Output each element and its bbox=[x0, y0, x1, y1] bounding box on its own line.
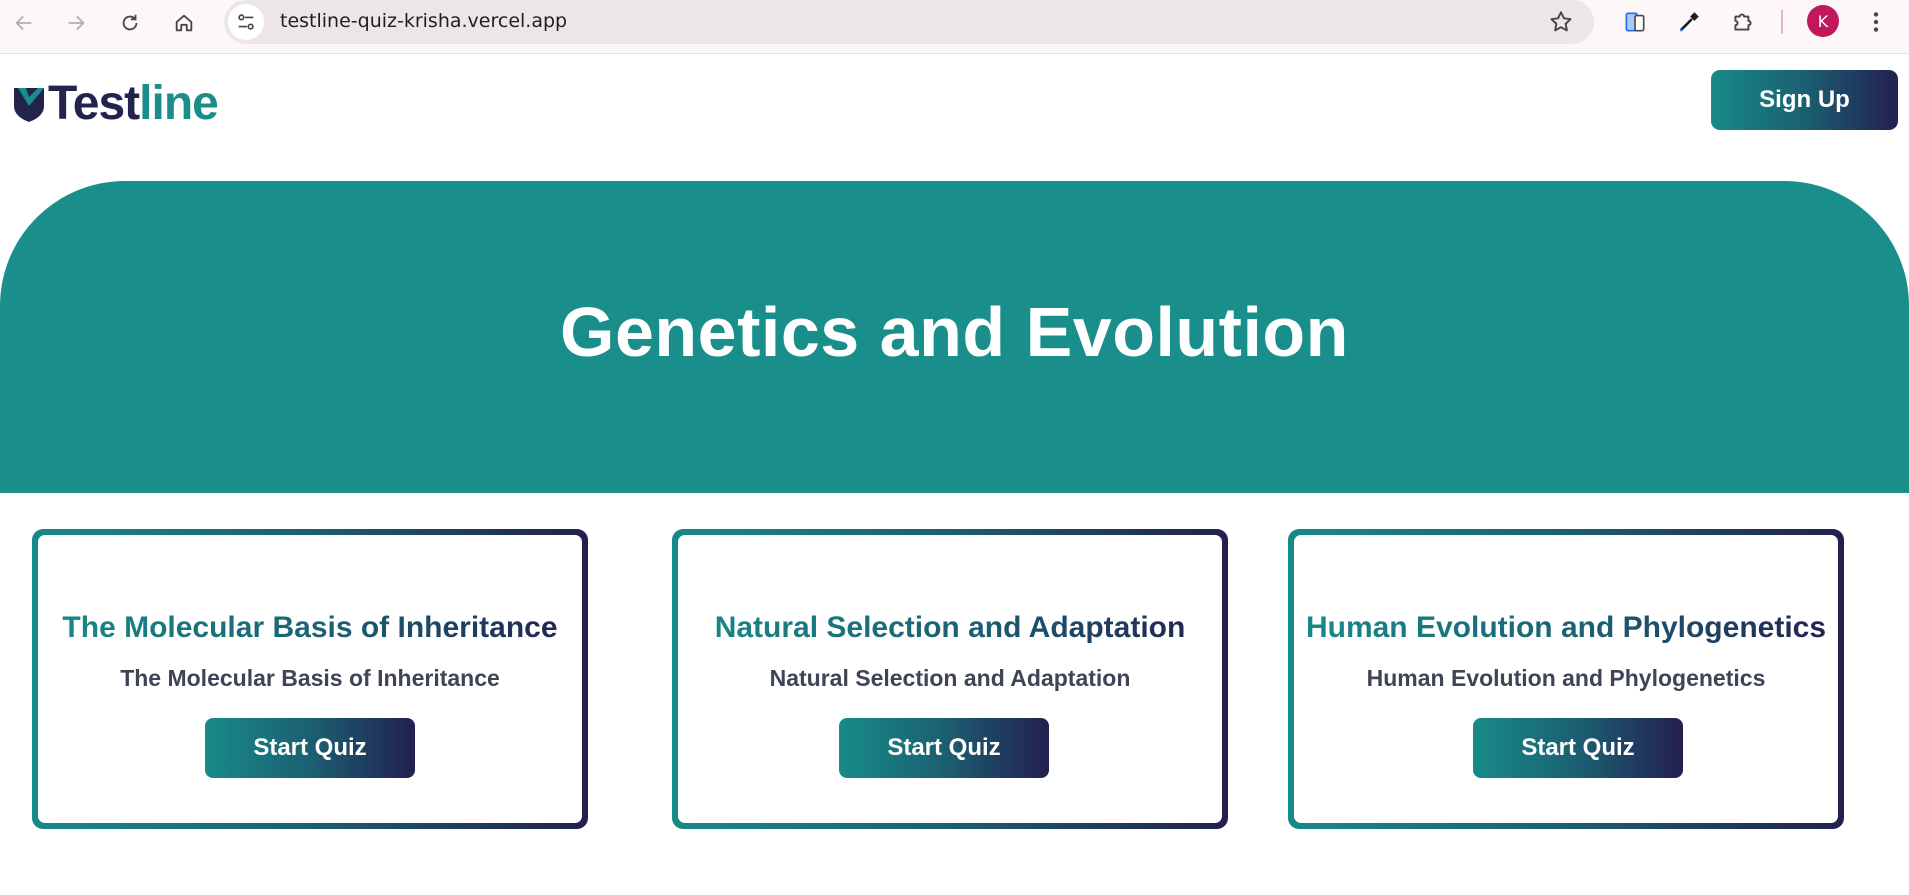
bookmark-star-icon[interactable] bbox=[1548, 9, 1574, 35]
quiz-card-title: Natural Selection and Adaptation bbox=[678, 611, 1222, 645]
quiz-card-title: The Molecular Basis of Inheritance bbox=[38, 611, 582, 645]
home-icon bbox=[175, 14, 193, 32]
eyedropper-button[interactable] bbox=[1675, 8, 1703, 36]
page-title: Genetics and Evolution bbox=[560, 293, 1349, 371]
checkmark-shield-icon bbox=[14, 88, 44, 122]
quiz-card-body: Human Evolution and Phylogenetics Human … bbox=[1294, 535, 1838, 823]
quiz-card: Human Evolution and Phylogenetics Human … bbox=[1288, 529, 1844, 829]
arrow-right-icon bbox=[68, 15, 85, 31]
quiz-card-title: Human Evolution and Phylogenetics bbox=[1294, 611, 1838, 645]
profile-avatar[interactable]: K bbox=[1807, 5, 1839, 37]
quiz-card-subtitle: Human Evolution and Phylogenetics bbox=[1366, 665, 1766, 691]
address-bar[interactable]: testline-quiz-krisha.vercel.app bbox=[224, 0, 1594, 44]
toolbar-divider bbox=[1781, 10, 1783, 34]
quiz-card-subtitle: Natural Selection and Adaptation bbox=[769, 665, 1131, 691]
eyedropper-icon bbox=[1679, 12, 1699, 32]
arrow-left-icon bbox=[15, 15, 32, 31]
sign-up-button[interactable]: Sign Up bbox=[1711, 70, 1898, 130]
kebab-menu-icon bbox=[1873, 12, 1879, 32]
quiz-card-body: Natural Selection and Adaptation Natural… bbox=[678, 535, 1222, 823]
url-text[interactable]: testline-quiz-krisha.vercel.app bbox=[280, 10, 567, 32]
site-info-button[interactable] bbox=[228, 4, 264, 40]
logo-text-line: line bbox=[139, 77, 219, 130]
quiz-card: Natural Selection and Adaptation Natural… bbox=[672, 529, 1228, 829]
quiz-card-body: The Molecular Basis of Inheritance The M… bbox=[38, 535, 582, 823]
tune-icon bbox=[238, 14, 254, 30]
back-button[interactable] bbox=[10, 9, 38, 37]
extensions-button[interactable] bbox=[1729, 8, 1757, 36]
puzzle-icon bbox=[1734, 13, 1752, 31]
testline-logo[interactable]: Test line bbox=[12, 77, 219, 130]
reload-icon bbox=[122, 14, 138, 31]
start-quiz-button[interactable]: Start Quiz bbox=[205, 718, 415, 778]
start-quiz-button[interactable]: Start Quiz bbox=[1473, 718, 1683, 778]
start-quiz-button[interactable]: Start Quiz bbox=[839, 718, 1049, 778]
reload-button[interactable] bbox=[116, 9, 144, 37]
browser-toolbar: testline-quiz-krisha.vercel.app K bbox=[0, 0, 1909, 54]
phone-tablet-icon bbox=[1625, 12, 1645, 32]
menu-button[interactable] bbox=[1862, 8, 1890, 36]
hero-banner: Genetics and Evolution bbox=[0, 181, 1909, 493]
quiz-card: The Molecular Basis of Inheritance The M… bbox=[32, 529, 588, 829]
reading-mode-button[interactable] bbox=[1621, 8, 1649, 36]
quiz-card-subtitle: The Molecular Basis of Inheritance bbox=[120, 665, 500, 691]
forward-button[interactable] bbox=[62, 9, 90, 37]
home-button[interactable] bbox=[170, 9, 198, 37]
logo-text-test: Test bbox=[48, 77, 140, 130]
